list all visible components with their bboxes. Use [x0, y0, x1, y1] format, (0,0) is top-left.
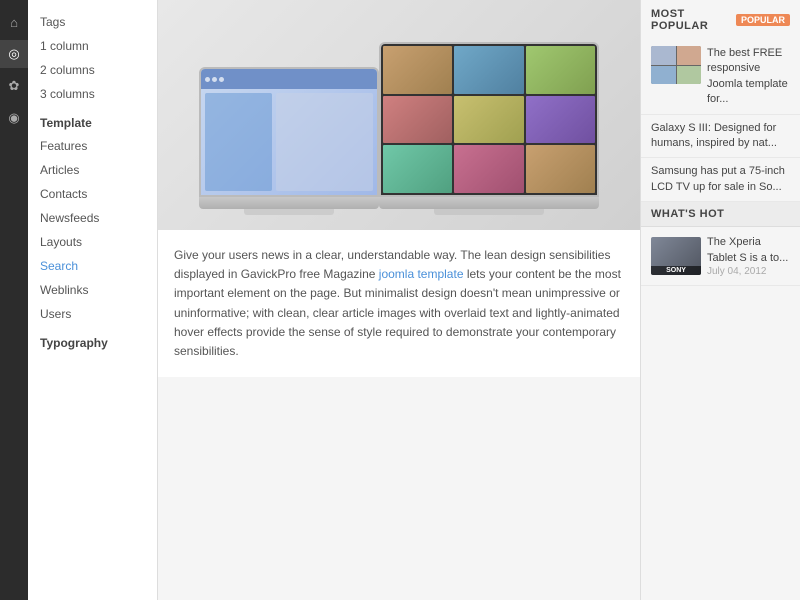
most-popular-title: MOST POPULAR — [651, 8, 730, 32]
most-popular-header: MOST POPULAR POPULAR — [641, 0, 800, 40]
nav-item-1col[interactable]: 1 column — [28, 34, 157, 58]
nav-sidebar: Tags 1 column 2 columns 3 columns Templa… — [28, 0, 158, 600]
whats-hot-header: WHAT'S HOT — [641, 202, 800, 227]
article-3-text: Samsung has put a 75-inch LCD TV up for … — [651, 164, 790, 195]
nav-item-weblinks[interactable]: Weblinks — [28, 278, 157, 302]
laptop-left — [199, 67, 379, 197]
article-1-thumb — [651, 46, 701, 84]
article-2-text: Galaxy S III: Designed for humans, inspi… — [651, 121, 790, 152]
hot-thumb-label: SONY — [651, 266, 701, 275]
hero-image — [158, 0, 640, 230]
main-content: Give your users news in a clear, underst… — [158, 0, 640, 600]
right-sidebar: MOST POPULAR POPULAR The best FREE respo… — [640, 0, 800, 600]
popular-article-1: The best FREE responsive Joomla template… — [641, 40, 800, 115]
hot-article-1: SONY The Xperia Tablet S is a to... July… — [641, 227, 800, 286]
home-icon[interactable]: ⌂ — [0, 8, 28, 36]
hot-thumb: SONY — [651, 237, 701, 275]
typography-section-title: Typography — [28, 326, 157, 354]
hot-article-date: July 04, 2012 — [707, 266, 790, 277]
nav-item-contacts[interactable]: Contacts — [28, 182, 157, 206]
nav-item-newsfeeds[interactable]: Newsfeeds — [28, 206, 157, 230]
icon-sidebar: ⌂ ◎ ✿ ◉ — [0, 0, 28, 600]
text-content: Give your users news in a clear, underst… — [158, 230, 640, 377]
nav-item-2col[interactable]: 2 columns — [28, 58, 157, 82]
nav-item-articles[interactable]: Articles — [28, 158, 157, 182]
nav-item-tags[interactable]: Tags — [28, 10, 157, 34]
popular-article-2: Galaxy S III: Designed for humans, inspi… — [641, 115, 800, 159]
main-paragraph: Give your users news in a clear, underst… — [174, 246, 624, 361]
article-1-text: The best FREE responsive Joomla template… — [707, 46, 790, 108]
template-section-title: Template — [28, 106, 157, 134]
nav-item-features[interactable]: Features — [28, 134, 157, 158]
hot-article-text: The Xperia Tablet S is a to... — [707, 235, 790, 266]
popular-badge: POPULAR — [736, 14, 790, 26]
laptop-illustration — [199, 15, 599, 215]
nav-item-search[interactable]: Search — [28, 254, 157, 278]
bell-icon[interactable]: ◉ — [0, 104, 28, 132]
laptop-right — [379, 42, 599, 197]
nav-item-3col[interactable]: 3 columns — [28, 82, 157, 106]
settings-icon[interactable]: ✿ — [0, 72, 28, 100]
joomla-template-link[interactable]: joomla template — [379, 267, 464, 281]
popular-article-3: Samsung has put a 75-inch LCD TV up for … — [641, 158, 800, 202]
nav-item-layouts[interactable]: Layouts — [28, 230, 157, 254]
nav-item-users[interactable]: Users — [28, 302, 157, 326]
user-icon[interactable]: ◎ — [0, 40, 28, 68]
